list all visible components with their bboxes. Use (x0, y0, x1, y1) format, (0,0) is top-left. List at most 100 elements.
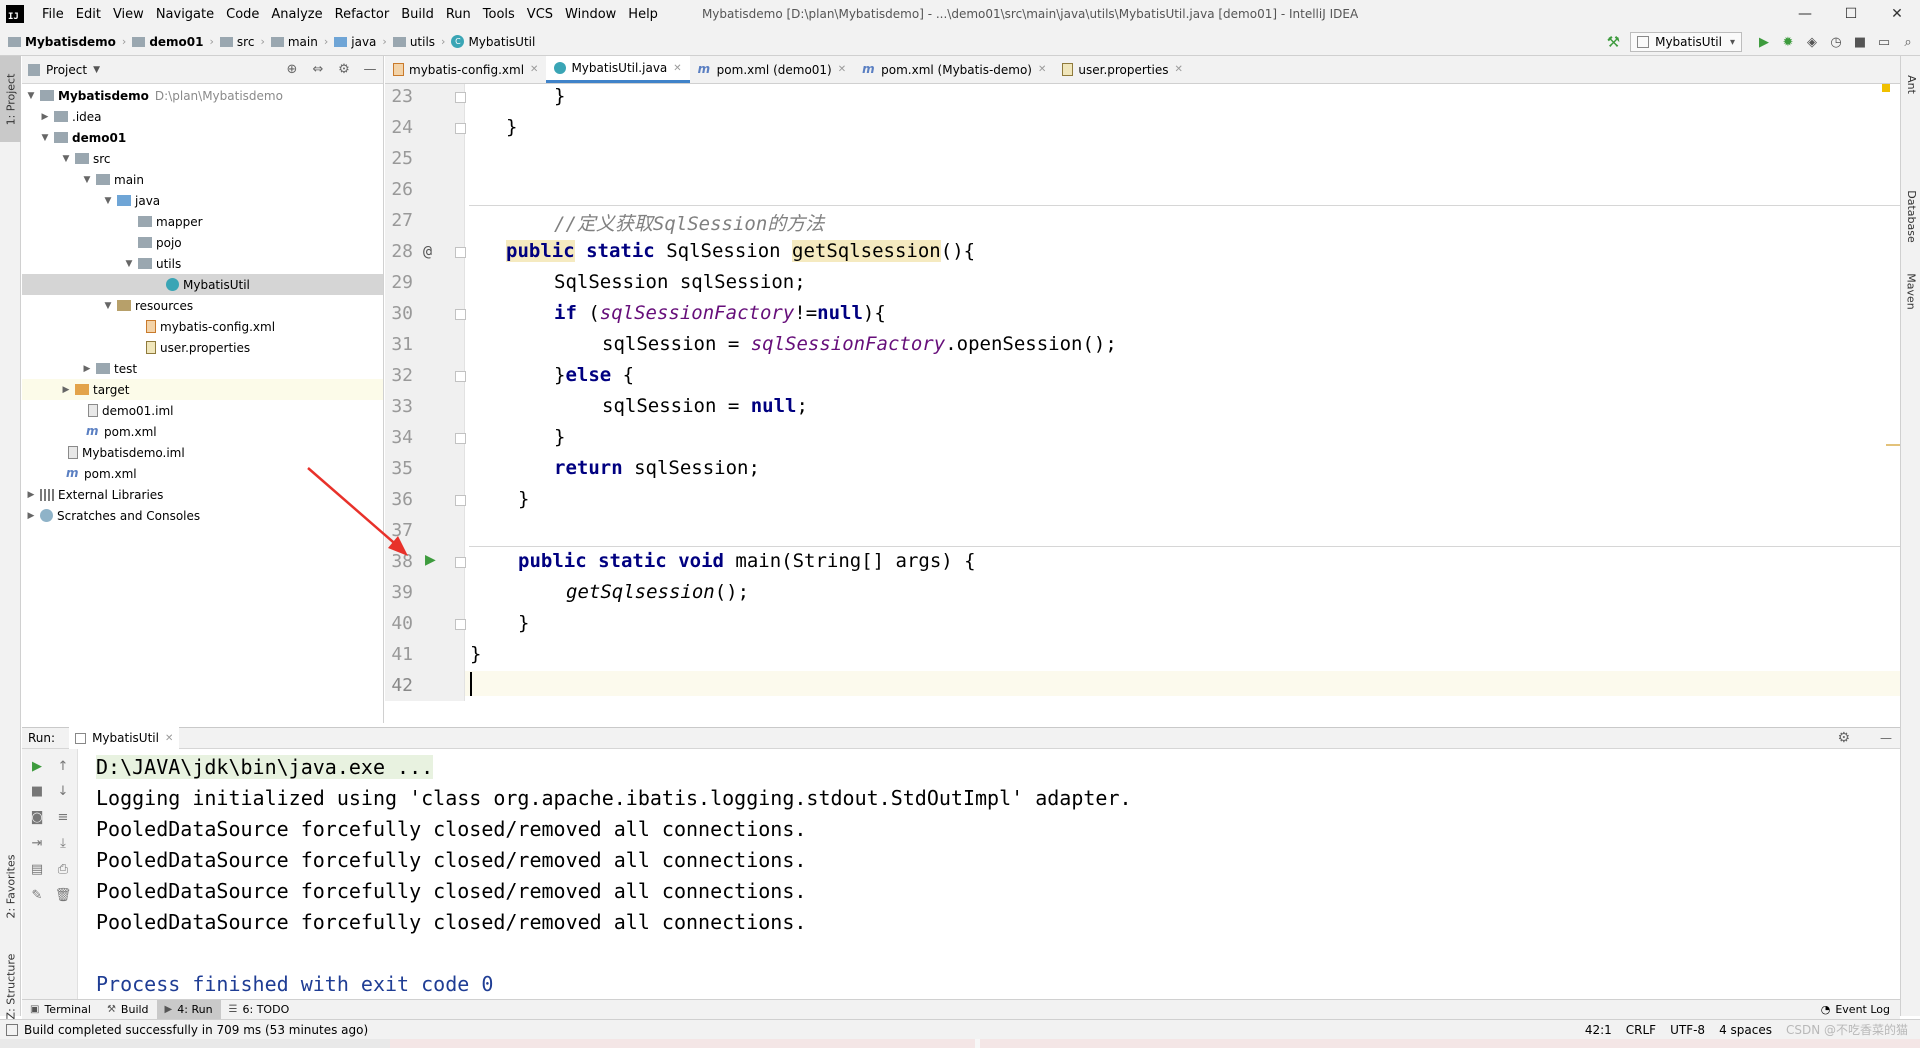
chevron-right-icon[interactable]: ▶ (24, 511, 38, 521)
console-output[interactable]: D:\JAVA\jdk\bin\java.exe ... Logging ini… (79, 749, 1900, 999)
camera-icon[interactable]: ◙ (28, 808, 46, 826)
tool-tab-database[interactable]: Database (1901, 176, 1920, 256)
line-separator[interactable]: CRLF (1626, 1023, 1656, 1037)
exit-icon[interactable]: ⇥ (28, 834, 46, 852)
hammer-icon[interactable]: ⚒ (1607, 33, 1620, 51)
menu-refactor[interactable]: Refactor (329, 7, 396, 22)
tree-item-src[interactable]: ▼ src (22, 148, 383, 169)
fold-marker-icon[interactable] (455, 371, 466, 382)
fold-marker-icon[interactable] (455, 557, 466, 568)
up-arrow-icon[interactable]: ↑ (54, 757, 72, 775)
file-encoding[interactable]: UTF-8 (1670, 1023, 1705, 1037)
menu-build[interactable]: Build (395, 7, 440, 22)
caret-position[interactable]: 42:1 (1585, 1023, 1612, 1037)
tree-item-java[interactable]: ▼ java (22, 190, 383, 211)
fold-marker-icon[interactable] (455, 92, 466, 103)
layout-icon[interactable]: ▤ (28, 860, 46, 878)
tree-item-mybatisutil[interactable]: MybatisUtil (22, 274, 383, 295)
chevron-down-icon[interactable]: ▼ (80, 175, 94, 185)
chevron-down-icon[interactable]: ▼ (101, 301, 115, 311)
breadcrumb-main[interactable]: main › (270, 35, 334, 49)
run-tab-mybatisutil[interactable]: MybatisUtil ✕ (69, 727, 180, 749)
menu-window[interactable]: Window (559, 7, 622, 22)
close-icon[interactable]: ✕ (1874, 0, 1920, 28)
tree-item-resources[interactable]: ▼ resources (22, 295, 383, 316)
fold-marker-icon[interactable] (455, 123, 466, 134)
close-icon[interactable]: ✕ (1175, 64, 1183, 75)
tab-pom-demo01[interactable]: m pom.xml (demo01) ✕ (690, 56, 854, 83)
run-configuration-select[interactable]: MybatisUtil ▾ (1630, 32, 1742, 52)
tool-tab-terminal[interactable]: ▣ Terminal (22, 1000, 99, 1020)
print-icon[interactable]: ⎙ (54, 860, 72, 878)
menu-edit[interactable]: Edit (70, 7, 107, 22)
run-gutter-icon[interactable]: ▶ (425, 552, 436, 568)
menu-navigate[interactable]: Navigate (150, 7, 220, 22)
minimize-icon[interactable]: — (1782, 0, 1828, 28)
chevron-down-icon[interactable]: ▼ (38, 133, 52, 143)
fold-marker-icon[interactable] (455, 619, 466, 630)
fold-marker-icon[interactable] (455, 433, 466, 444)
hide-icon[interactable]: — (357, 62, 383, 77)
breadcrumb-java[interactable]: java › (334, 35, 393, 49)
chevron-right-icon[interactable]: ▶ (24, 490, 38, 500)
tree-item-demo01-iml[interactable]: demo01.iml (22, 400, 383, 421)
tree-item-mybatis-config[interactable]: mybatis-config.xml (22, 316, 383, 337)
menu-analyze[interactable]: Analyze (265, 7, 328, 22)
tool-tab-project[interactable]: 1: Project (0, 56, 21, 142)
tool-tab-structure[interactable]: Z: Structure (0, 946, 21, 1026)
hide-icon[interactable]: — (1880, 731, 1892, 745)
chevron-right-icon[interactable]: ▶ (38, 112, 52, 122)
tool-tab-run[interactable]: ▶ 4: Run (156, 999, 221, 1020)
fold-marker-icon[interactable] (455, 495, 466, 506)
chevron-down-icon[interactable]: ▼ (93, 65, 100, 75)
tree-item-pojo[interactable]: pojo (22, 232, 383, 253)
scroll-to-end-icon[interactable]: ⤓ (54, 834, 72, 852)
profile-icon[interactable]: ◷ (1824, 30, 1848, 54)
tool-tab-todo[interactable]: ☰ 6: TODO (221, 1000, 298, 1020)
trash-icon[interactable]: 🗑 (54, 886, 72, 904)
close-icon[interactable]: ✕ (673, 63, 681, 74)
run-icon[interactable]: ▶ (1752, 30, 1776, 54)
breadcrumb-mybatisutil[interactable]: C MybatisUtil (451, 35, 535, 49)
chevron-down-icon[interactable]: ▼ (24, 91, 38, 101)
chevron-down-icon[interactable]: ▼ (101, 196, 115, 206)
chevron-right-icon[interactable]: ▶ (59, 385, 73, 395)
stop-icon[interactable]: ■ (1848, 30, 1872, 54)
close-icon[interactable]: ✕ (530, 64, 538, 75)
chevron-down-icon[interactable]: ▼ (122, 259, 136, 269)
maximize-icon[interactable]: ☐ (1828, 0, 1874, 28)
stop-icon[interactable]: ■ (28, 782, 46, 800)
soft-wrap-icon[interactable]: ≡ (54, 808, 72, 826)
breadcrumb-demo01[interactable]: demo01 › (132, 35, 220, 49)
menu-help[interactable]: Help (622, 7, 664, 22)
tree-item-mybatisdemo[interactable]: ▼ Mybatisdemo D:\plan\Mybatisdemo (22, 85, 383, 106)
tab-pom-mybatis-demo[interactable]: m pom.xml (Mybatis-demo) ✕ (854, 56, 1054, 83)
tree-item-main[interactable]: ▼ main (22, 169, 383, 190)
tree-item-test[interactable]: ▶ test (22, 358, 383, 379)
tool-tab-favorites[interactable]: 2: Favorites (0, 846, 21, 926)
close-icon[interactable]: ✕ (1038, 64, 1046, 75)
fold-marker-icon[interactable] (455, 309, 466, 320)
indent-setting[interactable]: 4 spaces (1719, 1023, 1772, 1037)
gear-icon[interactable]: ⚙ (1837, 730, 1850, 746)
tree-item-demo01-pom[interactable]: m pom.xml (22, 421, 383, 442)
breadcrumb-mybatisdemo[interactable]: Mybatisdemo › (8, 35, 132, 49)
tree-item-idea[interactable]: ▶ .idea (22, 106, 383, 127)
collapse-all-icon[interactable]: ⇔ (305, 62, 331, 77)
at-annotation-icon[interactable]: @ (423, 242, 432, 260)
chevron-right-icon[interactable]: ▶ (80, 364, 94, 374)
menu-run[interactable]: Run (440, 7, 477, 22)
rerun-icon[interactable]: ▶ (28, 757, 46, 775)
tree-item-mapper[interactable]: mapper (22, 211, 383, 232)
menu-view[interactable]: View (107, 7, 150, 22)
menu-tools[interactable]: Tools (477, 7, 521, 22)
status-message[interactable]: Build completed successfully in 709 ms (… (24, 1023, 368, 1037)
tree-item-target[interactable]: ▶ target (22, 379, 383, 400)
status-toggle-icon[interactable] (6, 1023, 18, 1036)
menu-code[interactable]: Code (220, 7, 265, 22)
search-icon[interactable]: ⌕ (1896, 30, 1920, 54)
tool-tab-maven[interactable]: Maven (1901, 261, 1920, 321)
down-arrow-icon[interactable]: ↓ (54, 782, 72, 800)
tab-mybatisutil[interactable]: MybatisUtil.java ✕ (546, 56, 690, 83)
tool-tab-ant[interactable]: Ant (1901, 64, 1920, 104)
